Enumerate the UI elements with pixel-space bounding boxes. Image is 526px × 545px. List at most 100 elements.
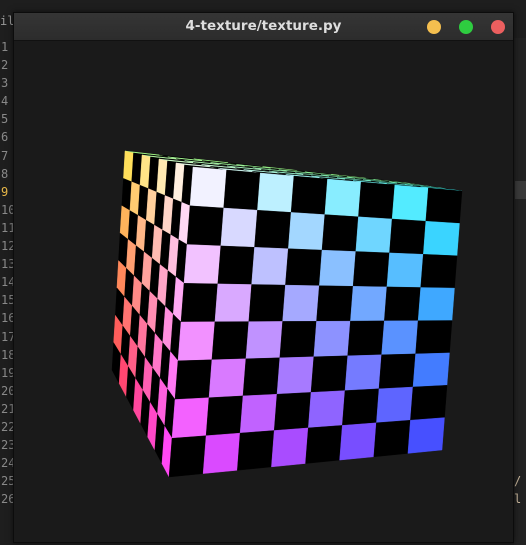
front-face-square [358, 181, 396, 220]
line-number: 9 [1, 184, 9, 199]
code-fragment-1: / [514, 474, 522, 488]
front-face-square [285, 248, 323, 286]
front-face-square [273, 392, 312, 431]
cube-render [111, 150, 463, 478]
front-face-square [180, 283, 219, 323]
front-face-square [310, 355, 348, 393]
front-face-square [271, 427, 309, 468]
front-face-square [276, 356, 315, 395]
line-number: 26 [1, 492, 14, 507]
front-face-square [386, 252, 424, 288]
front-face-square [211, 321, 250, 361]
front-face-square [425, 187, 463, 224]
close-button[interactable] [491, 20, 505, 34]
line-number: 12 [1, 239, 14, 254]
line-number: 16 [1, 311, 14, 326]
front-face-square [245, 321, 283, 360]
line-number: 14 [1, 275, 14, 290]
front-face-square [217, 245, 255, 285]
line-number: 17 [1, 329, 14, 344]
line-number: 18 [1, 347, 14, 362]
front-face-square [384, 286, 421, 322]
front-face-square [407, 417, 445, 454]
front-face-square [257, 172, 295, 213]
front-face-square [183, 244, 222, 285]
front-face-square [378, 353, 416, 390]
front-face-square [324, 178, 362, 218]
line-number: 15 [1, 293, 14, 308]
front-face-square [389, 218, 427, 255]
line-number: 5 [1, 112, 9, 127]
line-number: 4 [1, 94, 9, 109]
front-face-square [186, 205, 224, 247]
front-face-square [342, 388, 380, 426]
front-face-square [316, 285, 354, 322]
front-face-square [344, 354, 382, 391]
front-face-square [251, 247, 289, 286]
front-face-square [237, 430, 275, 471]
front-face-square [220, 207, 258, 248]
front-face-square [321, 214, 359, 252]
line-number: 13 [1, 257, 14, 272]
editor-scrollbar-thumb[interactable] [515, 181, 526, 199]
front-face-square [415, 320, 453, 355]
line-number-gutter: 1 2 3 4 5 6 7 8 9 10 11 12 13 14 15 16 17 18 19 20 21 22 23 24 2… [0, 38, 14, 508]
front-face-square [282, 284, 320, 322]
line-number: 24 [1, 456, 14, 471]
front-face-square [376, 386, 414, 424]
code-fragment-2: l [514, 492, 522, 506]
front-face-square [347, 320, 385, 357]
cube-front-face [168, 166, 463, 478]
line-number: 1 [1, 40, 9, 54]
front-face-square [381, 320, 419, 356]
front-face-square [279, 321, 317, 359]
minimize-button[interactable] [427, 20, 441, 34]
front-face-square [313, 320, 351, 358]
line-number: 2 [1, 58, 9, 73]
front-face-square [391, 184, 429, 222]
line-number: 19 [1, 365, 14, 380]
front-face-square [242, 357, 281, 397]
front-face-square [305, 425, 343, 464]
front-face-square [239, 393, 278, 434]
front-face-square [410, 385, 448, 421]
line-number: 10 [1, 202, 14, 217]
line-number: 3 [1, 76, 9, 91]
front-face-square [177, 321, 216, 362]
front-face-square [420, 254, 458, 289]
front-face-square [417, 287, 455, 321]
front-face-square [352, 251, 390, 288]
background-code-fragment: / l [514, 472, 526, 508]
front-face-square [350, 286, 388, 322]
front-face-square [308, 390, 346, 429]
gl-canvas[interactable] [14, 41, 513, 542]
window-titlebar[interactable]: 4-texture/texture.py [14, 13, 513, 41]
line-number: 21 [1, 401, 14, 416]
render-window: 4-texture/texture.py [13, 12, 514, 543]
front-face-square [355, 216, 393, 254]
front-face-square [214, 283, 252, 323]
front-face-square [412, 352, 450, 388]
front-face-square [174, 359, 213, 400]
line-number: 25 [1, 474, 14, 489]
front-face-square [248, 284, 286, 322]
maximize-button[interactable] [459, 20, 473, 34]
front-face-square [423, 220, 460, 257]
front-face-square [223, 169, 261, 211]
line-number: 23 [1, 438, 14, 453]
line-number: 20 [1, 383, 14, 398]
front-face-square [373, 419, 411, 458]
line-number: 8 [1, 166, 9, 181]
line-number: 11 [1, 220, 14, 235]
line-number: 6 [1, 130, 9, 145]
front-face-square [339, 422, 377, 461]
front-face-square [208, 358, 247, 398]
front-face-square [254, 209, 292, 249]
front-face-square [290, 175, 328, 215]
line-number: 22 [1, 419, 14, 434]
front-face-square [168, 435, 207, 478]
front-face-square [202, 432, 241, 474]
front-face-square [171, 397, 210, 439]
front-face-square [189, 166, 227, 209]
front-face-square [205, 395, 244, 436]
